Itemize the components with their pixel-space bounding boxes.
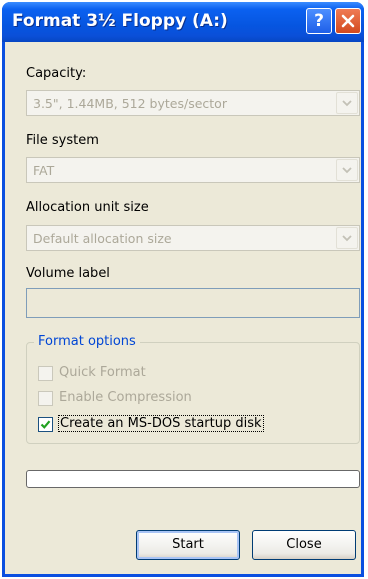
file-system-value: FAT <box>33 163 55 178</box>
capacity-value: 3.5", 1.44MB, 512 bytes/sector <box>33 96 227 111</box>
allocation-unit-dropdown[interactable]: Default allocation size <box>26 225 360 251</box>
capacity-dropdown[interactable]: 3.5", 1.44MB, 512 bytes/sector <box>26 90 360 116</box>
title-bar[interactable]: Format 3½ Floppy (A:) ? <box>2 2 364 42</box>
msdos-startup-checkbox[interactable] <box>38 417 53 432</box>
capacity-dropdown-arrow[interactable] <box>336 92 358 114</box>
enable-compression-checkbox[interactable] <box>38 391 53 406</box>
window-title: Format 3½ Floppy (A:) <box>12 11 228 31</box>
quick-format-label: Quick Format <box>59 365 146 380</box>
close-window-button[interactable] <box>335 8 361 34</box>
volume-label-label: Volume label <box>26 266 110 281</box>
chevron-down-icon <box>342 100 352 107</box>
file-system-dropdown[interactable]: FAT <box>26 157 360 183</box>
close-x-icon <box>341 14 355 28</box>
allocation-unit-label: Allocation unit size <box>26 200 149 215</box>
msdos-startup-label: Create an MS-DOS startup disk <box>58 415 264 432</box>
chevron-down-icon <box>342 167 352 174</box>
format-options-title: Format options <box>34 334 140 349</box>
file-system-dropdown-arrow[interactable] <box>336 159 358 181</box>
help-icon: ? <box>314 11 324 31</box>
format-progress-bar <box>26 470 360 488</box>
allocation-unit-value: Default allocation size <box>33 231 172 246</box>
checkmark-icon <box>40 420 51 429</box>
help-button[interactable]: ? <box>306 8 332 34</box>
start-button[interactable]: Start <box>136 530 240 560</box>
capacity-label: Capacity: <box>26 66 87 81</box>
quick-format-checkbox[interactable] <box>38 366 53 381</box>
close-button[interactable]: Close <box>252 530 356 560</box>
chevron-down-icon <box>342 235 352 242</box>
volume-label-input[interactable] <box>26 288 360 318</box>
enable-compression-label: Enable Compression <box>59 390 192 405</box>
file-system-label: File system <box>26 133 99 148</box>
allocation-unit-dropdown-arrow[interactable] <box>336 227 358 249</box>
